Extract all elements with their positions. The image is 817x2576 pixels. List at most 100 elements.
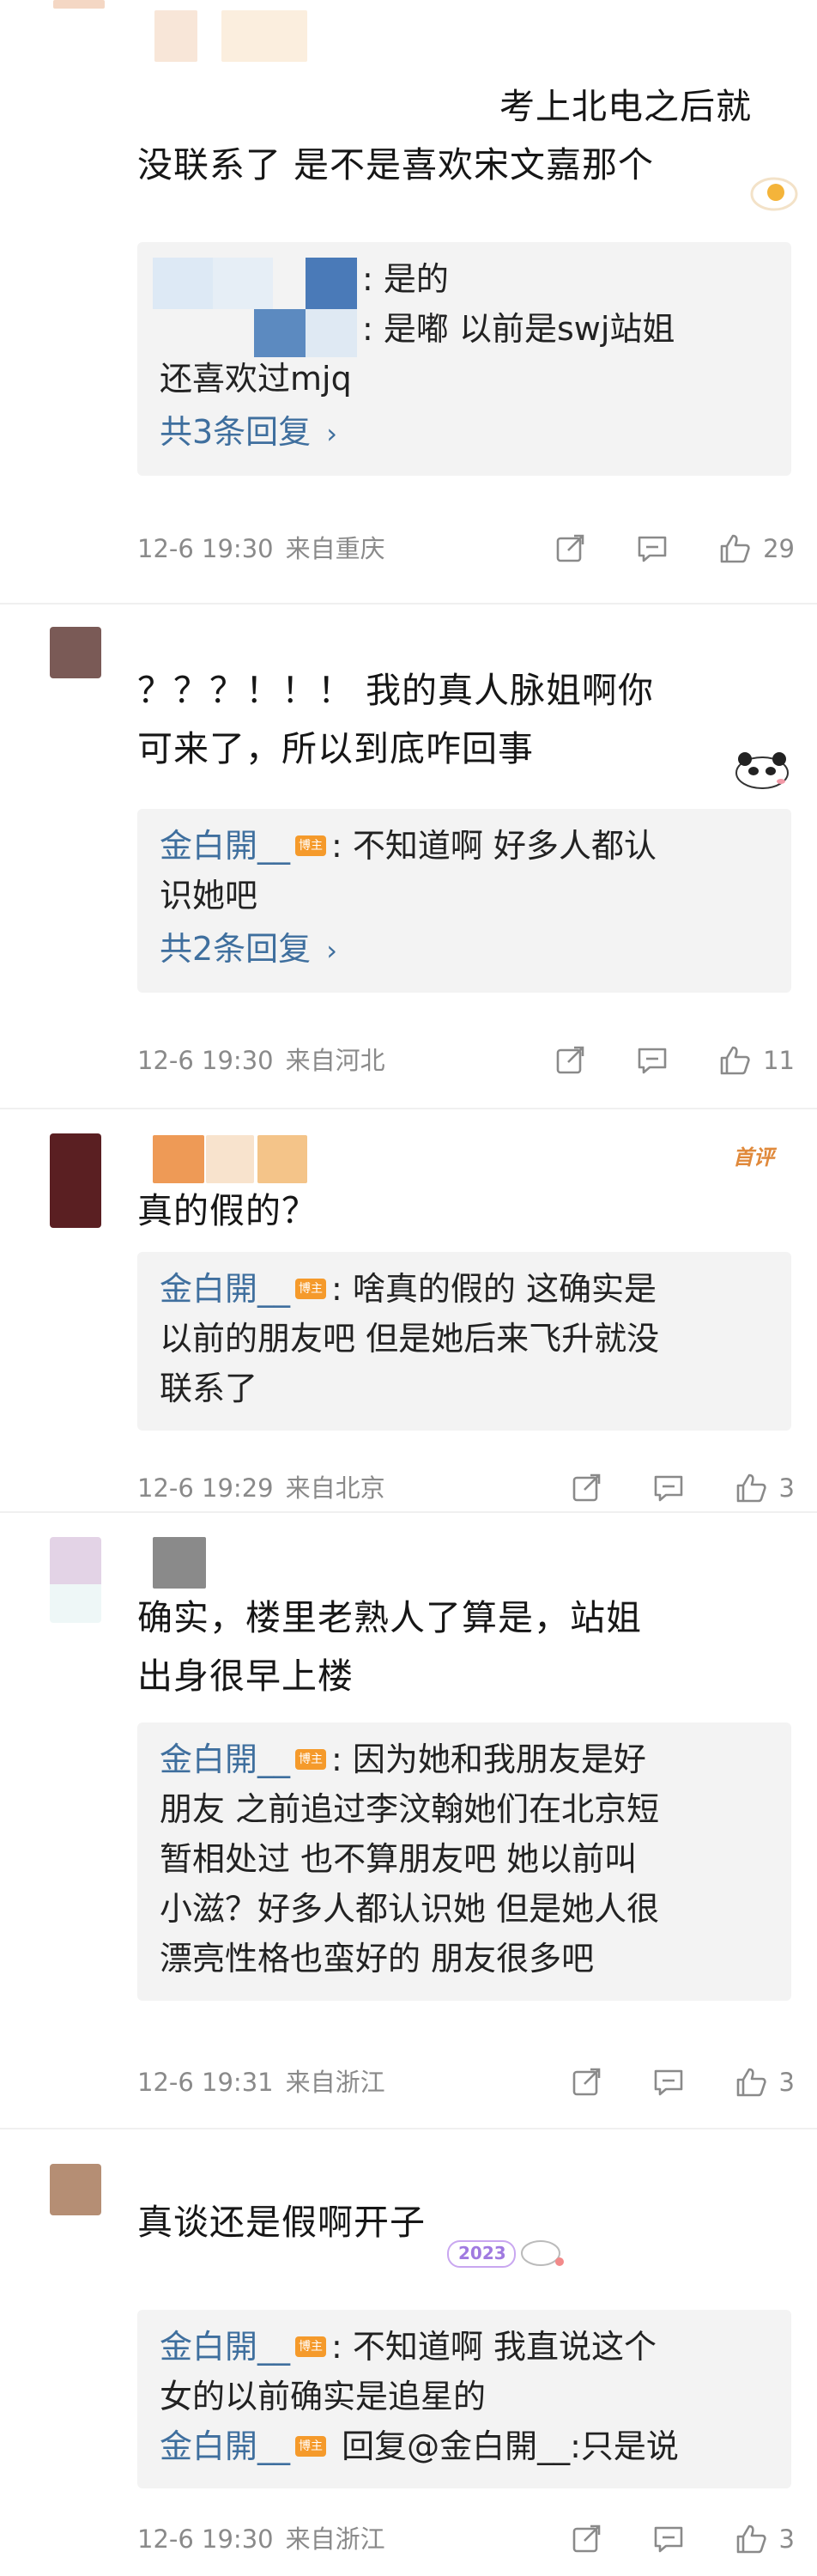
reply-button[interactable] [636, 533, 669, 564]
comment-item: 真谈还是假啊开子 2023 金白開__ 博主: 不知道啊 我直说这个 女的以前确实… [0, 2147, 817, 2576]
comment-icon [638, 1048, 667, 1074]
ip-location: 来自浙江 [285, 2524, 385, 2554]
sticker-2023-icon: 2023 [446, 2233, 566, 2269]
like-button[interactable]: 3 [735, 2061, 795, 2104]
share-icon [572, 2068, 600, 2096]
op-badge: 博主 [295, 1278, 327, 1299]
reply-author[interactable]: 金白開__ [160, 827, 290, 865]
username-blur [153, 1135, 204, 1183]
reply-content: : 因为她和我朋友是好 [331, 1741, 646, 1778]
avatar[interactable] [50, 2164, 101, 2215]
comment-icon [654, 1475, 682, 1502]
reply-author[interactable]: 金白開__ [160, 2328, 290, 2366]
divider [0, 603, 817, 605]
comment-actions: 3 [522, 1467, 795, 1510]
ip-location: 来自重庆 [285, 534, 385, 563]
view-more-replies-link[interactable]: 共3条回复 › [160, 407, 769, 459]
chevron-right-icon: › [326, 934, 337, 967]
reply-box: 金白開__ 博主: 不知道啊 好多人都认 识她吧 共2条回复 › [137, 809, 791, 993]
reply-author-blur [213, 258, 273, 309]
avatar[interactable] [50, 1133, 101, 1228]
like-icon [736, 2068, 766, 2097]
share-icon [572, 1473, 600, 1502]
reply-box: 金白開__ 博主: 啥真的假的 这确实是 以前的朋友吧 但是她后来飞升就没 联系了 [137, 1252, 791, 1431]
ip-location: 来自北京 [285, 1473, 385, 1503]
like-button[interactable]: 11 [718, 1039, 795, 1082]
share-button[interactable] [555, 1045, 586, 1076]
share-button[interactable] [572, 2067, 602, 2098]
like-button[interactable]: 3 [735, 1467, 795, 1510]
reply-text: 金白開__ 博主: 啥真的假的 这确实是 [160, 1264, 769, 1314]
like-count: 3 [778, 2068, 795, 2097]
like-count: 11 [763, 1046, 795, 1075]
comment-icon [654, 2069, 682, 2096]
like-button[interactable]: 29 [718, 527, 795, 570]
comment-item: 首评 真的假的？ 金白開__ 博主: 啥真的假的 这确实是 以前的朋友吧 但是她后… [0, 1125, 817, 1520]
username-blur [153, 1537, 206, 1589]
comment-item: 考上北电之后就 没联系了 是不是喜欢宋文嘉那个 : 是的 : 是嘟 以前是swj… [0, 0, 817, 592]
avatar[interactable] [50, 627, 101, 678]
like-button[interactable]: 3 [735, 2518, 795, 2561]
reply-author-blur [306, 258, 357, 309]
first-review-badge: 首评 [733, 1145, 774, 1170]
like-icon [736, 1473, 766, 1503]
reply-button[interactable] [652, 2524, 685, 2555]
reply-text: 联系了 [160, 1370, 258, 1407]
share-icon [556, 1046, 584, 1074]
timestamp: 12-6 19:29 [137, 1473, 274, 1503]
comment-meta: 12-6 19:31 来自浙江 3 [137, 2061, 795, 2104]
reply-content: : 不知道啊 我直说这个 [331, 2328, 657, 2366]
reply-text: 朋友 之前追过李汶翰她们在北京短 [160, 1790, 660, 1828]
comment-actions: 11 [505, 1039, 795, 1082]
reply-content: : 啥真的假的 这确实是 [331, 1270, 657, 1308]
timestamp: 12-6 19:31 [137, 2068, 274, 2097]
comment-line: ？？？！！！ 我的真人脉姐啊你 [137, 670, 655, 711]
view-more-label: 共3条回复 [160, 413, 312, 451]
like-count: 29 [763, 534, 795, 563]
comment-line: 真的假的？ [137, 1190, 318, 1231]
like-icon [720, 1046, 750, 1075]
username-blur [257, 1135, 307, 1183]
reply-text: 金白開__ 博主: 不知道啊 我直说这个 [160, 2322, 769, 2372]
reply-text: 漂亮性格也蛮好的 朋友很多吧 [160, 1940, 595, 1978]
view-more-replies-link[interactable]: 共2条回复 › [160, 924, 769, 975]
avatar[interactable] [53, 0, 105, 9]
reply-content: : 不知道啊 好多人都认 [331, 827, 657, 865]
comment-meta: 12-6 19:29 来自北京 3 [137, 1467, 795, 1510]
comment-meta: 12-6 19:30 来自浙江 3 [137, 2518, 795, 2561]
comment-feed: 考上北电之后就 没联系了 是不是喜欢宋文嘉那个 : 是的 : 是嘟 以前是swj… [0, 0, 817, 2576]
like-count: 3 [778, 1473, 795, 1503]
comment-line: 可来了，所以到底咋回事 [137, 728, 534, 769]
op-badge: 博主 [295, 2336, 327, 2357]
reply-button[interactable] [636, 1045, 669, 1076]
timestamp: 12-6 19:30 [137, 534, 274, 563]
reply-text: 暂相处过 也不算朋友吧 她以前叫 [160, 1840, 638, 1878]
reply-author-blur [254, 309, 306, 357]
reply-text: 金白開__ 博主 回复@金白開__:只是说 [160, 2421, 769, 2471]
reply-box: 金白開__ 博主: 不知道啊 我直说这个 女的以前确实是追星的 金白開__ 博主 回… [137, 2310, 791, 2488]
op-badge: 博主 [295, 835, 327, 856]
comment-line: 没联系了 是不是喜欢宋文嘉那个 [137, 144, 655, 185]
op-badge: 博主 [295, 2435, 327, 2457]
reply-author[interactable]: 金白開__ [160, 2427, 290, 2465]
reply-author-blur [153, 258, 213, 309]
reply-author[interactable]: 金白開__ [160, 1741, 290, 1778]
share-button[interactable] [555, 533, 586, 564]
avatar[interactable] [50, 1537, 101, 1623]
like-count: 3 [778, 2524, 795, 2554]
ip-location: 来自河北 [285, 1046, 385, 1075]
reply-text: 还喜欢过mjq [160, 360, 352, 398]
comment-icon [654, 2526, 682, 2553]
reply-text: 金白開__ 博主: 不知道啊 好多人都认 [160, 821, 769, 871]
comment-actions: 29 [505, 527, 795, 570]
reply-button[interactable] [652, 1473, 685, 1504]
reply-button[interactable] [652, 2067, 685, 2098]
comment-actions: 3 [522, 2518, 795, 2561]
share-button[interactable] [572, 2524, 602, 2555]
reply-author[interactable]: 金白開__ [160, 1270, 290, 1308]
share-button[interactable] [572, 1473, 602, 1504]
comment-text: 确实，楼里老熟人了算是，站姐 出身很早上楼 [137, 1589, 783, 1705]
share-icon [572, 2524, 600, 2553]
comment-text: 考上北电之后就 没联系了 是不是喜欢宋文嘉那个 [137, 77, 783, 194]
like-icon [720, 534, 750, 563]
